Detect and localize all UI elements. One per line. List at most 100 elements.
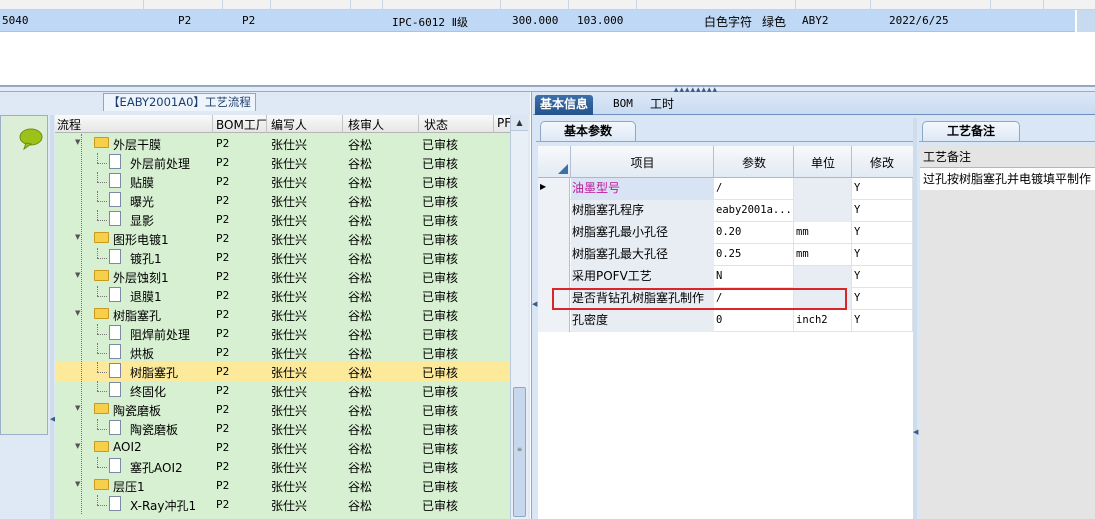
tab-bom[interactable]: BOM <box>608 95 638 115</box>
tree-row[interactable]: 显影 P2 张仕兴 谷松 已审核 <box>55 210 510 229</box>
param-value[interactable]: 0.25 <box>714 244 794 266</box>
params-grid[interactable]: 项目 参数 单位 修改 ▶ 油墨型号 / Y 树脂塞孔程序 eaby2001a... Y 树脂… <box>538 146 913 519</box>
scroll-up-icon[interactable]: ▲ <box>511 115 528 131</box>
tab-basic-params[interactable]: 基本参数 <box>540 121 636 141</box>
tree-row[interactable]: 镀孔1 P2 张仕兴 谷松 已审核 <box>55 248 510 267</box>
param-value[interactable]: / <box>714 178 794 200</box>
tree-row-writer: 张仕兴 <box>271 271 308 285</box>
param-row[interactable]: 孔密度 0 inch2 Y <box>538 310 913 332</box>
left-vertical-splitter[interactable]: ◀ <box>50 115 55 519</box>
row-indicator[interactable] <box>538 222 570 244</box>
col-status[interactable]: 状态 <box>424 116 448 133</box>
param-row[interactable]: 树脂塞孔最小孔径 0.20 mm Y <box>538 222 913 244</box>
param-modify[interactable]: Y <box>852 266 913 288</box>
scroll-thumb[interactable]: ≡ <box>513 387 526 517</box>
param-unit[interactable]: inch2 <box>794 310 852 332</box>
expand-toggle-icon[interactable]: ▼ <box>75 309 80 317</box>
tree-row[interactable]: 外层前处理 P2 张仕兴 谷松 已审核 <box>55 153 510 172</box>
tree-row[interactable]: 陶瓷磨板 P2 张仕兴 谷松 已审核 <box>55 419 510 438</box>
param-value[interactable]: 0.20 <box>714 222 794 244</box>
param-row[interactable]: 采用POFV工艺 N Y <box>538 266 913 288</box>
col-flow[interactable]: 流程 <box>57 116 81 133</box>
tree-scrollbar[interactable]: ▲ ≡ <box>510 115 528 519</box>
row-indicator[interactable]: ▶ <box>538 178 570 200</box>
document-icon <box>109 458 121 473</box>
document-icon <box>109 382 121 397</box>
param-value[interactable]: N <box>714 266 794 288</box>
param-row[interactable]: 树脂塞孔最大孔径 0.25 mm Y <box>538 244 913 266</box>
row-indicator[interactable] <box>538 200 570 222</box>
tree-row[interactable]: ▼ 陶瓷磨板 P2 张仕兴 谷松 已审核 <box>55 400 510 419</box>
expand-toggle-icon[interactable]: ▼ <box>75 233 80 241</box>
expand-toggle-icon[interactable]: ▼ <box>75 271 80 279</box>
tab-basic-info[interactable]: 基本信息 <box>535 95 594 115</box>
expand-toggle-icon[interactable]: ▼ <box>75 138 80 146</box>
col-writer[interactable]: 编写人 <box>271 116 307 133</box>
param-unit[interactable] <box>794 266 852 288</box>
tree-row-name: 阻焊前处理 <box>130 328 191 342</box>
tree-row-reviewer: 谷松 <box>348 195 373 209</box>
row-indicator[interactable] <box>538 310 570 332</box>
col-pf[interactable]: PF <box>497 116 510 130</box>
tree-row[interactable]: 贴膜 P2 张仕兴 谷松 已审核 <box>55 172 510 191</box>
process-flow-tree[interactable]: 流程 BOM工厂 编写人 核审人 状态 PF ▼ 外层干膜 P2 张仕兴 谷松 已审核 外层… <box>55 115 510 519</box>
expand-toggle-icon[interactable]: ▼ <box>75 442 80 450</box>
top-grid-scrollbar[interactable] <box>1077 10 1095 32</box>
param-unit[interactable] <box>794 178 852 200</box>
tree-row[interactable]: ▼ 树脂塞孔 P2 张仕兴 谷松 已审核 <box>55 305 510 324</box>
param-modify[interactable]: Y <box>852 310 913 332</box>
tab-process-remarks[interactable]: 工艺备注 <box>922 121 1020 141</box>
col-item[interactable]: 项目 <box>571 154 714 171</box>
tree-row[interactable]: 塞孔AOI2 P2 张仕兴 谷松 已审核 <box>55 457 510 476</box>
tree-row-writer: 张仕兴 <box>271 138 308 152</box>
right-vertical-splitter[interactable]: ◀ <box>913 118 918 519</box>
param-unit[interactable]: mm <box>794 222 852 244</box>
tree-row-writer: 张仕兴 <box>271 233 308 247</box>
folder-icon <box>94 403 109 414</box>
tree-row-status: 已审核 <box>422 404 459 418</box>
param-unit[interactable]: mm <box>794 244 852 266</box>
col-value[interactable]: 参数 <box>714 154 794 171</box>
param-row[interactable]: ▶ 油墨型号 / Y <box>538 178 913 200</box>
tree-row[interactable]: 烘板 P2 张仕兴 谷松 已审核 <box>55 343 510 362</box>
expand-toggle-icon[interactable]: ▼ <box>75 480 80 488</box>
col-modify[interactable]: 修改 <box>852 154 912 171</box>
tree-row-name: 陶瓷磨板 <box>113 404 162 418</box>
tree-row[interactable]: ▼ 外层干膜 P2 张仕兴 谷松 已审核 <box>55 134 510 153</box>
param-modify[interactable]: Y <box>852 178 913 200</box>
param-row[interactable]: 树脂塞孔程序 eaby2001a... Y <box>538 200 913 222</box>
param-modify[interactable]: Y <box>852 222 913 244</box>
chat-bubble-icon[interactable] <box>18 128 44 150</box>
row-customer: ABY2 <box>802 14 829 27</box>
remarks-text[interactable]: 过孔按树脂塞孔并电镀填平制作 <box>920 168 1095 190</box>
tree-row[interactable]: 终固化 P2 张仕兴 谷松 已审核 <box>55 381 510 400</box>
param-value[interactable]: eaby2001a... <box>714 200 794 222</box>
row-indicator[interactable] <box>538 266 570 288</box>
row-indicator[interactable] <box>538 244 570 266</box>
right-collapse-arrow-icon[interactable]: ◀ <box>532 300 537 308</box>
tree-row[interactable]: ▼ 外层蚀刻1 P2 张仕兴 谷松 已审核 <box>55 267 510 286</box>
col-unit[interactable]: 单位 <box>794 154 852 171</box>
expand-toggle-icon[interactable]: ▼ <box>75 404 80 412</box>
tree-row[interactable]: X-Ray冲孔1 P2 张仕兴 谷松 已审核 <box>55 495 510 514</box>
tree-row[interactable]: 曝光 P2 张仕兴 谷松 已审核 <box>55 191 510 210</box>
tree-row[interactable]: ▼ 图形电镀1 P2 张仕兴 谷松 已审核 <box>55 229 510 248</box>
param-modify[interactable]: Y <box>852 244 913 266</box>
tree-row[interactable]: ▼ AOI2 P2 张仕兴 谷松 已审核 <box>55 438 510 457</box>
tree-row-name: 塞孔AOI2 <box>130 461 183 475</box>
tree-row[interactable]: 阻焊前处理 P2 张仕兴 谷松 已审核 <box>55 324 510 343</box>
tab-work-hours[interactable]: 工时 <box>645 95 679 115</box>
tree-row[interactable]: 树脂塞孔 P2 张仕兴 谷松 已审核 <box>55 362 510 381</box>
col-reviewer[interactable]: 核审人 <box>348 116 384 133</box>
collapsed-side-panel[interactable] <box>0 115 48 435</box>
param-modify[interactable]: Y <box>852 288 913 310</box>
tree-row[interactable]: ▼ 层压1 P2 张仕兴 谷松 已审核 <box>55 476 510 495</box>
tree-row-reviewer: 谷松 <box>348 214 373 228</box>
param-modify[interactable]: Y <box>852 200 913 222</box>
top-grid-row[interactable]: 5040 P2 P2 IPC-6012 Ⅱ级 300.000 103.000 白… <box>0 10 1075 32</box>
param-value[interactable]: 0 <box>714 310 794 332</box>
col-bom-factory[interactable]: BOM工厂 <box>216 116 268 133</box>
param-unit[interactable] <box>794 200 852 222</box>
tree-row[interactable]: 退膜1 P2 张仕兴 谷松 已审核 <box>55 286 510 305</box>
tree-row-writer: 张仕兴 <box>271 461 308 475</box>
